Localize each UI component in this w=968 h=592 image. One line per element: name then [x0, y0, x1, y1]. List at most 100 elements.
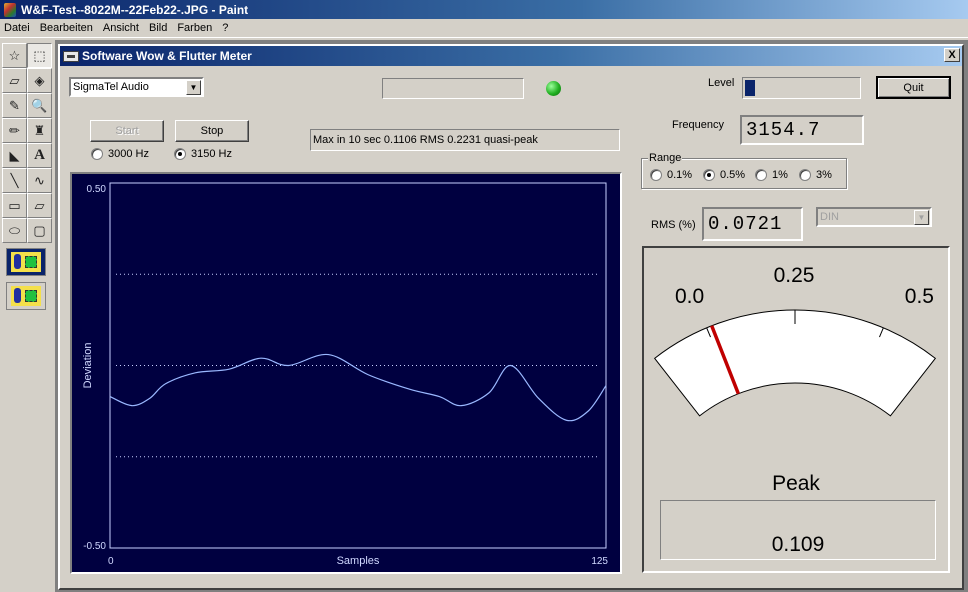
- meter-face: [653, 309, 937, 417]
- deviation-series-line: [109, 353, 607, 422]
- radio-range-0-1-label: 0.1%: [667, 169, 693, 181]
- window-titlebar: W&F-Test--8022M--22Feb22-.JPG - Paint: [0, 0, 968, 19]
- level-bar: [742, 77, 861, 99]
- tool-line[interactable]: ╲: [2, 168, 27, 193]
- tool-text[interactable]: A: [27, 143, 52, 168]
- deviation-chart-svg: 0.50 -0.50 0 125 Samples Deviation: [82, 182, 608, 567]
- grid-lines: [116, 273, 600, 458]
- rms-value: 0.0721: [708, 213, 783, 235]
- close-button[interactable]: X: [944, 48, 960, 62]
- quit-button[interactable]: Quit: [876, 76, 951, 99]
- status-box: [382, 78, 524, 99]
- tool-rounded-rect[interactable]: ▢: [27, 218, 52, 243]
- message-text: Max in 10 sec 0.1106 RMS 0.2231 quasi-pe…: [313, 134, 538, 146]
- tool-pencil[interactable]: ✏: [2, 118, 27, 143]
- tool-color-picker[interactable]: ✎: [2, 93, 27, 118]
- chevron-down-icon[interactable]: ▼: [186, 80, 201, 95]
- toolbox: ☆ ⬚ ▱ ◈ ✎ 🔍 ✏ ♜ ◣ A ╲ ∿ ▭ ▱ ⬭ ▢: [0, 40, 56, 592]
- stop-button[interactable]: Stop: [175, 120, 249, 142]
- meter-scale-min: 0.0: [675, 285, 704, 308]
- radio-range-1-label: 1%: [772, 169, 788, 181]
- dialog-titlebar: Software Wow & Flutter Meter X: [60, 46, 962, 66]
- radio-3150hz-label: 3150 Hz: [191, 148, 232, 160]
- free-select-icon: ☆: [8, 47, 21, 63]
- meter-scale-max: 0.5: [905, 285, 934, 308]
- range-label: Range: [648, 152, 683, 164]
- eraser-icon: ▱: [9, 72, 20, 88]
- x-tick-left: 0: [108, 556, 114, 567]
- radio-range-3-label: 3%: [816, 169, 832, 181]
- fill-icon: ◈: [34, 72, 45, 88]
- polygon-icon: ▱: [34, 197, 45, 213]
- menu-datei[interactable]: Datei: [2, 22, 36, 34]
- peak-meter-panel: 0.0 0.25 0.5 Peak 0.109: [642, 246, 950, 573]
- radio-range-3[interactable]: 3%: [799, 169, 832, 181]
- radio-range-0-5-dot[interactable]: [703, 169, 715, 181]
- rms-display: 0.0721: [702, 207, 803, 241]
- menu-bar: Datei Bearbeiten Ansicht Bild Farben ?: [0, 19, 968, 38]
- tool-rect-select[interactable]: ⬚: [27, 43, 52, 68]
- menu-farben[interactable]: Farben: [175, 22, 218, 34]
- transparency-option-transparent[interactable]: [6, 282, 46, 310]
- paint-app-icon: [4, 2, 16, 17]
- window-title: W&F-Test--8022M--22Feb22-.JPG - Paint: [21, 2, 249, 17]
- tool-grid: ☆ ⬚ ▱ ◈ ✎ 🔍 ✏ ♜ ◣ A ╲ ∿ ▭ ▱ ⬭ ▢: [2, 43, 52, 243]
- radio-3000hz[interactable]: 3000 Hz: [91, 148, 149, 160]
- x-axis-label: Samples: [337, 555, 380, 567]
- menu-help[interactable]: ?: [220, 22, 234, 34]
- y-tick-bottom: -0.50: [83, 541, 106, 552]
- radio-range-0-1[interactable]: 0.1%: [650, 169, 692, 181]
- status-led-icon: [546, 81, 561, 96]
- radio-range-1-dot[interactable]: [755, 169, 767, 181]
- peak-value-box: 0.109: [660, 500, 936, 560]
- start-button[interactable]: Start: [90, 120, 164, 142]
- analog-meter: 0.0 0.25 0.5: [653, 264, 937, 417]
- radio-range-0-5[interactable]: 0.5%: [703, 169, 745, 181]
- tool-magnifier[interactable]: 🔍: [27, 93, 52, 118]
- device-select[interactable]: SigmaTel Audio ▼: [69, 77, 204, 97]
- tool-rectangle[interactable]: ▭: [2, 193, 27, 218]
- close-icon: X: [948, 48, 956, 61]
- tool-polygon[interactable]: ▱: [27, 193, 52, 218]
- tool-ellipse[interactable]: ⬭: [2, 218, 27, 243]
- dialog-title: Software Wow & Flutter Meter: [82, 49, 252, 63]
- peak-label: Peak: [772, 472, 820, 495]
- weighting-select[interactable]: DIN ▼: [816, 207, 932, 227]
- tool-eraser[interactable]: ▱: [2, 68, 27, 93]
- menu-ansicht[interactable]: Ansicht: [101, 22, 145, 34]
- y-axis-label: Deviation: [82, 343, 94, 389]
- line-icon: ╲: [10, 172, 19, 188]
- stop-button-label: Stop: [200, 125, 224, 137]
- rectangle-icon: ▭: [8, 197, 21, 213]
- radio-range-1[interactable]: 1%: [755, 169, 788, 181]
- deviation-plot: 0.50 -0.50 0 125 Samples Deviation: [70, 172, 622, 574]
- frequency-value: 3154.7: [746, 119, 821, 141]
- tape-icon: [63, 50, 79, 62]
- brush-icon: ♜: [33, 122, 46, 138]
- radio-3000hz-dot[interactable]: [91, 148, 103, 160]
- tool-free-select[interactable]: ☆: [2, 43, 27, 68]
- text-icon: A: [34, 147, 45, 163]
- radio-3150hz[interactable]: 3150 Hz: [174, 148, 232, 160]
- rounded-rect-icon: ▢: [33, 222, 46, 238]
- chevron-down-icon[interactable]: ▼: [914, 210, 929, 225]
- rms-label: RMS (%): [651, 219, 696, 231]
- tool-fill[interactable]: ◈: [27, 68, 52, 93]
- x-tick-right: 125: [591, 556, 608, 567]
- peak-value: 0.109: [771, 533, 825, 556]
- weighting-select-value: DIN: [820, 211, 839, 223]
- pencil-icon: ✏: [9, 122, 20, 138]
- level-label: Level: [708, 77, 735, 89]
- radio-3150hz-dot[interactable]: [174, 148, 186, 160]
- quit-button-label: Quit: [903, 81, 924, 94]
- tool-airbrush[interactable]: ◣: [2, 143, 27, 168]
- tool-curve[interactable]: ∿: [27, 168, 52, 193]
- transparency-option-opaque[interactable]: [6, 248, 46, 276]
- menu-bild[interactable]: Bild: [147, 22, 173, 34]
- radio-range-3-dot[interactable]: [799, 169, 811, 181]
- tool-brush[interactable]: ♜: [27, 118, 52, 143]
- radio-range-0-1-dot[interactable]: [650, 169, 662, 181]
- menu-bearbeiten[interactable]: Bearbeiten: [38, 22, 99, 34]
- start-button-label: Start: [115, 125, 139, 137]
- frequency-display: 3154.7: [740, 115, 864, 145]
